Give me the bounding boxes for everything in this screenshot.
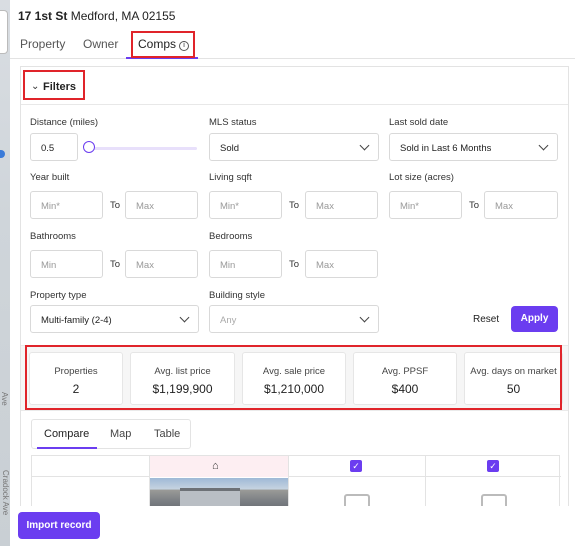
to-label: To (110, 259, 121, 270)
bedrooms-label: Bedrooms (209, 231, 253, 242)
last-sold-value: Sold in Last 6 Months (400, 143, 492, 154)
chevron-down-icon (538, 140, 549, 151)
house-image (180, 488, 240, 506)
to-label: To (289, 259, 300, 270)
last-sold-label: Last sold date (389, 117, 449, 128)
highlight-box (23, 70, 85, 100)
living-sqft-label: Living sqft (209, 172, 252, 183)
building-style-value: Any (220, 315, 237, 326)
compare-grid: ⌂ ✓ ✓ (31, 455, 561, 506)
active-view-indicator (37, 447, 97, 449)
building-style-label: Building style (209, 290, 265, 301)
mls-status-value: Sold (220, 143, 240, 154)
bathrooms-label: Bathrooms (30, 231, 76, 242)
bedrooms-min-input[interactable]: Min (209, 250, 282, 278)
address-city: Medford, MA 02155 (70, 9, 176, 23)
compare-grid-header (32, 456, 561, 477)
to-label: To (469, 200, 480, 211)
map-control[interactable] (0, 10, 8, 54)
distance-slider-track[interactable] (87, 147, 197, 150)
mls-status-label: MLS status (209, 117, 257, 128)
no-image-icon (481, 494, 507, 506)
chevron-down-icon (359, 140, 370, 151)
address-street: 17 1st St (18, 9, 68, 23)
mls-status-select[interactable]: Sold (209, 133, 379, 161)
highlight-box (131, 31, 195, 58)
bathrooms-min-input[interactable]: Min (30, 250, 103, 278)
last-sold-select[interactable]: Sold in Last 6 Months (389, 133, 558, 161)
living-sqft-max-input[interactable]: Max (305, 191, 378, 219)
property-photo (150, 478, 288, 506)
living-sqft-min-input[interactable]: Min* (209, 191, 282, 219)
lot-size-max-input[interactable]: Max (484, 191, 558, 219)
property-panel: 17 1st St Medford, MA 02155 Property Own… (10, 0, 575, 546)
bedrooms-max-input[interactable]: Max (305, 250, 378, 278)
distance-label: Distance (miles) (30, 117, 99, 128)
tab-map[interactable]: Map (110, 428, 131, 440)
import-record-button[interactable]: Import record (18, 512, 100, 539)
distance-input[interactable]: 0.5 (30, 133, 78, 161)
footer-bar: Import record (10, 506, 575, 546)
subject-column-header (150, 456, 288, 477)
building-style-select[interactable]: Any (209, 305, 379, 333)
map-street-label: Cradock Ave (1, 470, 10, 516)
map-street-label: Ave (0, 392, 9, 406)
home-icon: ⌂ (212, 460, 219, 472)
checkbox-checked-icon[interactable]: ✓ (350, 460, 362, 472)
year-built-max-input[interactable]: Max (125, 191, 198, 219)
lot-size-min-input[interactable]: Min* (389, 191, 462, 219)
bathrooms-max-input[interactable]: Max (125, 250, 198, 278)
tab-table[interactable]: Table (154, 428, 180, 440)
to-label: To (289, 200, 300, 211)
map-marker[interactable] (0, 150, 5, 158)
chevron-down-icon (359, 312, 370, 323)
chevron-down-icon (179, 312, 190, 323)
lot-size-label: Lot size (acres) (389, 172, 454, 183)
filters-toggle[interactable]: ⌄ Filters (21, 67, 568, 105)
map-background: Ave Cradock Ave (0, 0, 10, 546)
highlight-box (25, 345, 562, 410)
tab-property[interactable]: Property (20, 37, 65, 51)
property-address: 17 1st St Medford, MA 02155 (18, 9, 175, 23)
checkbox-checked-icon[interactable]: ✓ (487, 460, 499, 472)
distance-slider-handle[interactable] (83, 141, 95, 153)
no-image-icon (344, 494, 370, 506)
column-divider (288, 456, 289, 506)
column-divider (425, 456, 426, 506)
property-type-label: Property type (30, 290, 87, 301)
tab-owner[interactable]: Owner (83, 37, 118, 51)
year-built-min-input[interactable]: Min* (30, 191, 103, 219)
reset-button[interactable]: Reset (473, 314, 499, 325)
to-label: To (110, 200, 121, 211)
property-type-select[interactable]: Multi-family (2-4) (30, 305, 199, 333)
year-built-label: Year built (30, 172, 70, 183)
property-type-value: Multi-family (2-4) (41, 315, 112, 326)
apply-button[interactable]: Apply (511, 306, 558, 332)
tab-compare[interactable]: Compare (44, 428, 89, 440)
comps-content: ⌄ Filters Distance (miles) 0.5 MLS statu… (20, 66, 569, 506)
comps-view-tabs: Compare Map Table (31, 419, 191, 449)
panel-tabs: Property Owner Comps i (10, 30, 575, 59)
